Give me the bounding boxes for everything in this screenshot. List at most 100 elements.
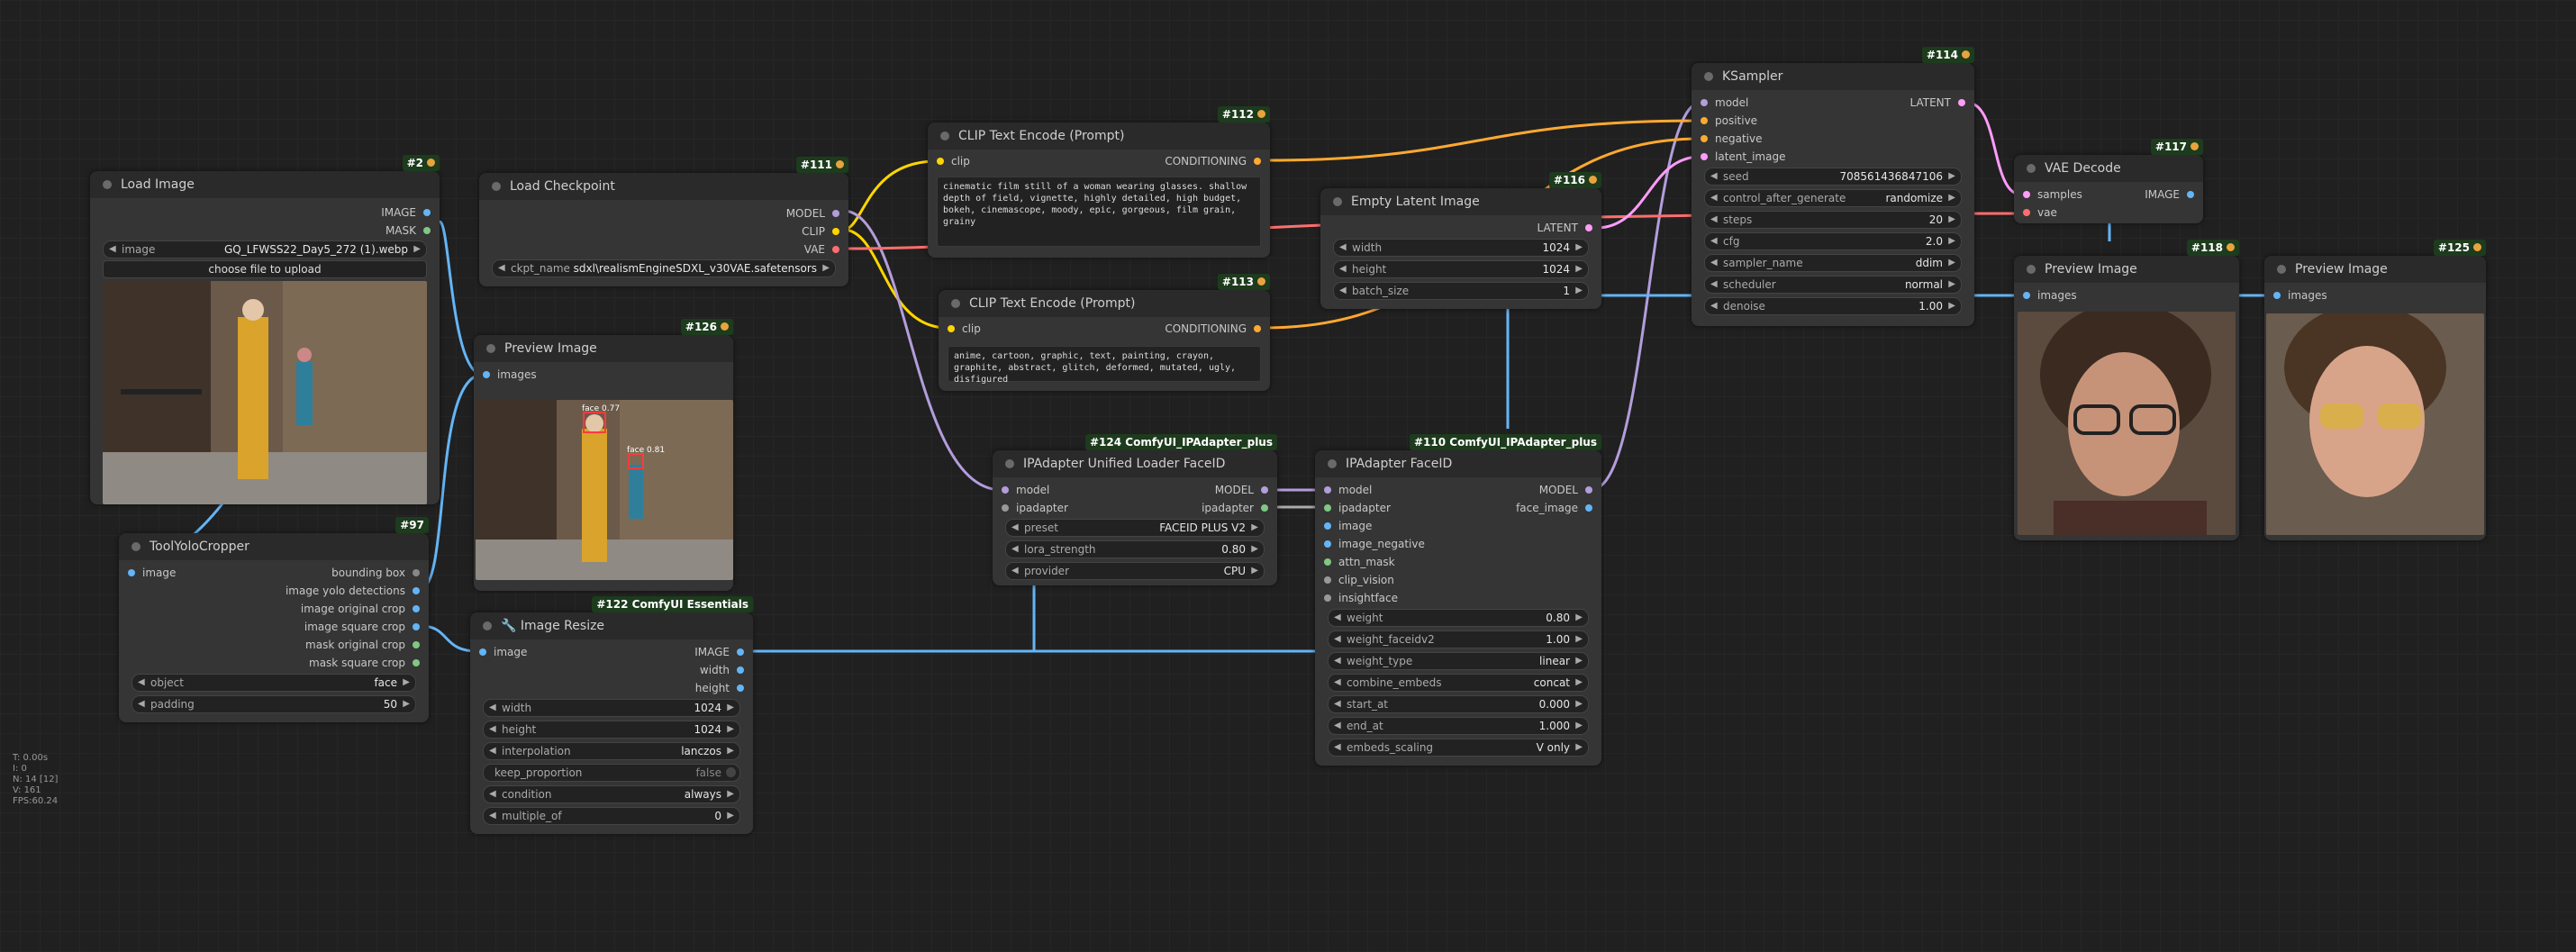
node-ipadapter-faceid[interactable]: IPAdapter FaceID model MODEL ipadapter f…: [1315, 434, 1601, 766]
embeds-scaling-widget[interactable]: ◀ embeds_scaling V only ▶: [1328, 739, 1589, 757]
input-positive[interactable]: positive: [1692, 112, 1757, 130]
object-widget[interactable]: ◀ object face ▶: [132, 674, 416, 692]
denoise-widget[interactable]: ◀ denoise 1.00 ▶: [1704, 297, 1962, 315]
input-ipadapter[interactable]: ipadapter: [1315, 499, 1391, 517]
input-insightface[interactable]: insightface: [1315, 589, 1398, 607]
height-widget[interactable]: ◀ height 1024 ▶: [1333, 260, 1589, 278]
output-mask-original-crop[interactable]: mask original crop: [305, 636, 429, 654]
node-preview-image-126[interactable]: Preview Image images face 0.77 face 0.81…: [474, 319, 733, 591]
node-vae-decode[interactable]: VAE Decode samples IMAGE vae #117: [2014, 139, 2203, 223]
input-vae[interactable]: vae: [2014, 204, 2057, 222]
output-image-yolo-detections[interactable]: image yolo detections: [286, 582, 429, 600]
node-empty-latent-image[interactable]: Empty Latent Image LATENT ◀ width 1024 ▶ ◀ h…: [1320, 172, 1601, 309]
input-model[interactable]: model: [993, 481, 1049, 499]
node-title: CLIP Text Encode (Prompt): [958, 129, 1125, 143]
start-at-widget[interactable]: ◀ start_at 0.000 ▶: [1328, 695, 1589, 713]
condition-widget[interactable]: ◀ condition always ▶: [483, 785, 740, 803]
output-height[interactable]: height: [695, 679, 753, 697]
output-conditioning[interactable]: CONDITIONING: [1165, 152, 1270, 170]
ckpt-name-widget[interactable]: ◀ ckpt_name sdxl\realismEngineSDXL_v30VAE.…: [492, 259, 836, 277]
output-vae[interactable]: VAE: [804, 240, 848, 258]
input-latent-image[interactable]: latent_image: [1692, 148, 1785, 166]
output-image-square-crop[interactable]: image square crop: [304, 618, 429, 636]
output-mask[interactable]: MASK: [385, 222, 440, 240]
provider-widget[interactable]: ◀ provider CPU ▶: [1005, 562, 1265, 580]
input-images[interactable]: images: [2264, 286, 2327, 304]
input-image[interactable]: image: [1315, 517, 1372, 535]
input-negative[interactable]: negative: [1692, 130, 1762, 148]
output-latent[interactable]: LATENT: [1537, 219, 1601, 237]
end-at-widget[interactable]: ◀ end_at 1.000 ▶: [1328, 717, 1589, 735]
lora-strength-widget[interactable]: ◀ lora_strength 0.80 ▶: [1005, 540, 1265, 558]
input-model[interactable]: model: [1692, 94, 1748, 112]
node-preview-image-118[interactable]: Preview Image images #118: [2014, 240, 2239, 540]
batch-size-widget[interactable]: ◀ batch_size 1 ▶: [1333, 282, 1589, 300]
node-title: Load Image: [121, 177, 195, 192]
output-conditioning[interactable]: CONDITIONING: [1165, 320, 1270, 338]
image-select-widget[interactable]: ◀ image GQ_LFWSS22_Day5_272 (1).webp ▶: [103, 240, 427, 258]
input-attn-mask[interactable]: attn_mask: [1315, 553, 1395, 571]
steps-widget[interactable]: ◀ steps 20 ▶: [1704, 211, 1962, 229]
preset-widget[interactable]: ◀ preset FACEID PLUS V2 ▶: [1005, 519, 1265, 537]
output-image[interactable]: IMAGE: [381, 204, 440, 222]
input-clip-vision[interactable]: clip_vision: [1315, 571, 1394, 589]
weight-type-widget[interactable]: ◀ weight_type linear ▶: [1328, 652, 1589, 670]
choose-file-button[interactable]: choose file to upload: [103, 260, 427, 278]
height-widget[interactable]: ◀ height 1024 ▶: [483, 721, 740, 739]
output-image[interactable]: IMAGE: [694, 643, 753, 661]
control-after-generate-widget[interactable]: ◀ control_after_generate randomize ▶: [1704, 189, 1962, 207]
input-image[interactable]: image: [470, 643, 527, 661]
output-ipadapter[interactable]: ipadapter: [1202, 499, 1277, 517]
interpolation-widget[interactable]: ◀ interpolation lanczos ▶: [483, 742, 740, 760]
node-badge: #125: [2433, 240, 2486, 256]
sampler-name-widget[interactable]: ◀ sampler_name ddim ▶: [1704, 254, 1962, 272]
seed-widget[interactable]: ◀ seed 708561436847106 ▶: [1704, 168, 1962, 186]
width-widget[interactable]: ◀ width 1024 ▶: [483, 699, 740, 717]
node-badge: #117: [2150, 139, 2203, 155]
output-model[interactable]: MODEL: [1215, 481, 1277, 499]
prompt-textarea[interactable]: cinematic film still of a woman wearing …: [937, 177, 1261, 247]
yolo-detection-preview: face 0.77 face 0.81: [476, 400, 733, 580]
node-load-image[interactable]: Load Image IMAGE MASK ◀ image GQ_LFWSS22_D…: [90, 155, 440, 504]
node-image-resize[interactable]: 🔧 Image Resize image IMAGE width height …: [470, 596, 753, 834]
padding-widget[interactable]: ◀ padding 50 ▶: [132, 695, 416, 713]
input-samples[interactable]: samples: [2014, 186, 2082, 204]
node-tool-yolo-cropper[interactable]: ToolYoloCropper image bounding box image…: [119, 517, 429, 722]
width-widget[interactable]: ◀ width 1024 ▶: [1333, 239, 1589, 257]
output-clip[interactable]: CLIP: [802, 222, 848, 240]
output-mask-square-crop[interactable]: mask square crop: [309, 654, 429, 672]
keep-proportion-toggle[interactable]: keep_proportion false: [483, 764, 740, 782]
input-images[interactable]: images: [474, 366, 537, 384]
output-latent[interactable]: LATENT: [1910, 94, 1974, 112]
weight-faceidv2-widget[interactable]: ◀ weight_faceidv2 1.00 ▶: [1328, 630, 1589, 648]
node-preview-image-125[interactable]: Preview Image images #125: [2264, 240, 2486, 540]
input-model[interactable]: model: [1315, 481, 1372, 499]
node-title: ToolYoloCropper: [150, 539, 249, 554]
output-image[interactable]: IMAGE: [2145, 186, 2203, 204]
input-image[interactable]: image: [119, 564, 176, 582]
output-bounding-box[interactable]: bounding box: [331, 564, 429, 582]
weight-widget[interactable]: ◀ weight 0.80 ▶: [1328, 609, 1589, 627]
output-face-image[interactable]: face_image: [1516, 499, 1601, 517]
node-clip-text-encode-positive[interactable]: CLIP Text Encode (Prompt) clip CONDITION…: [928, 106, 1270, 258]
cfg-widget[interactable]: ◀ cfg 2.0 ▶: [1704, 232, 1962, 250]
prompt-textarea[interactable]: anime, cartoon, graphic, text, painting,…: [948, 346, 1261, 385]
scheduler-widget[interactable]: ◀ scheduler normal ▶: [1704, 276, 1962, 294]
node-ipadapter-unified-loader-faceid[interactable]: IPAdapter Unified Loader FaceID model MO…: [993, 434, 1277, 585]
input-ipadapter[interactable]: ipadapter: [993, 499, 1068, 517]
output-model[interactable]: MODEL: [786, 204, 848, 222]
input-image-negative[interactable]: image_negative: [1315, 535, 1425, 553]
input-clip[interactable]: clip: [928, 152, 970, 170]
node-clip-text-encode-negative[interactable]: CLIP Text Encode (Prompt) clip CONDITION…: [939, 274, 1270, 391]
input-images[interactable]: images: [2014, 286, 2077, 304]
node-load-checkpoint[interactable]: Load Checkpoint MODEL CLIP VAE ◀ ckpt_nam…: [479, 157, 848, 286]
output-model[interactable]: MODEL: [1539, 481, 1601, 499]
output-image-original-crop[interactable]: image original crop: [301, 600, 429, 618]
multiple-of-widget[interactable]: ◀ multiple_of 0 ▶: [483, 807, 740, 825]
wire-clip-pos: [842, 159, 938, 231]
output-width[interactable]: width: [700, 661, 753, 679]
input-clip[interactable]: clip: [939, 320, 981, 338]
combine-embeds-widget[interactable]: ◀ combine_embeds concat ▶: [1328, 674, 1589, 692]
node-ksampler[interactable]: KSampler model LATENT positive negative …: [1692, 47, 1974, 326]
wire-yolo-resize: [420, 624, 478, 653]
